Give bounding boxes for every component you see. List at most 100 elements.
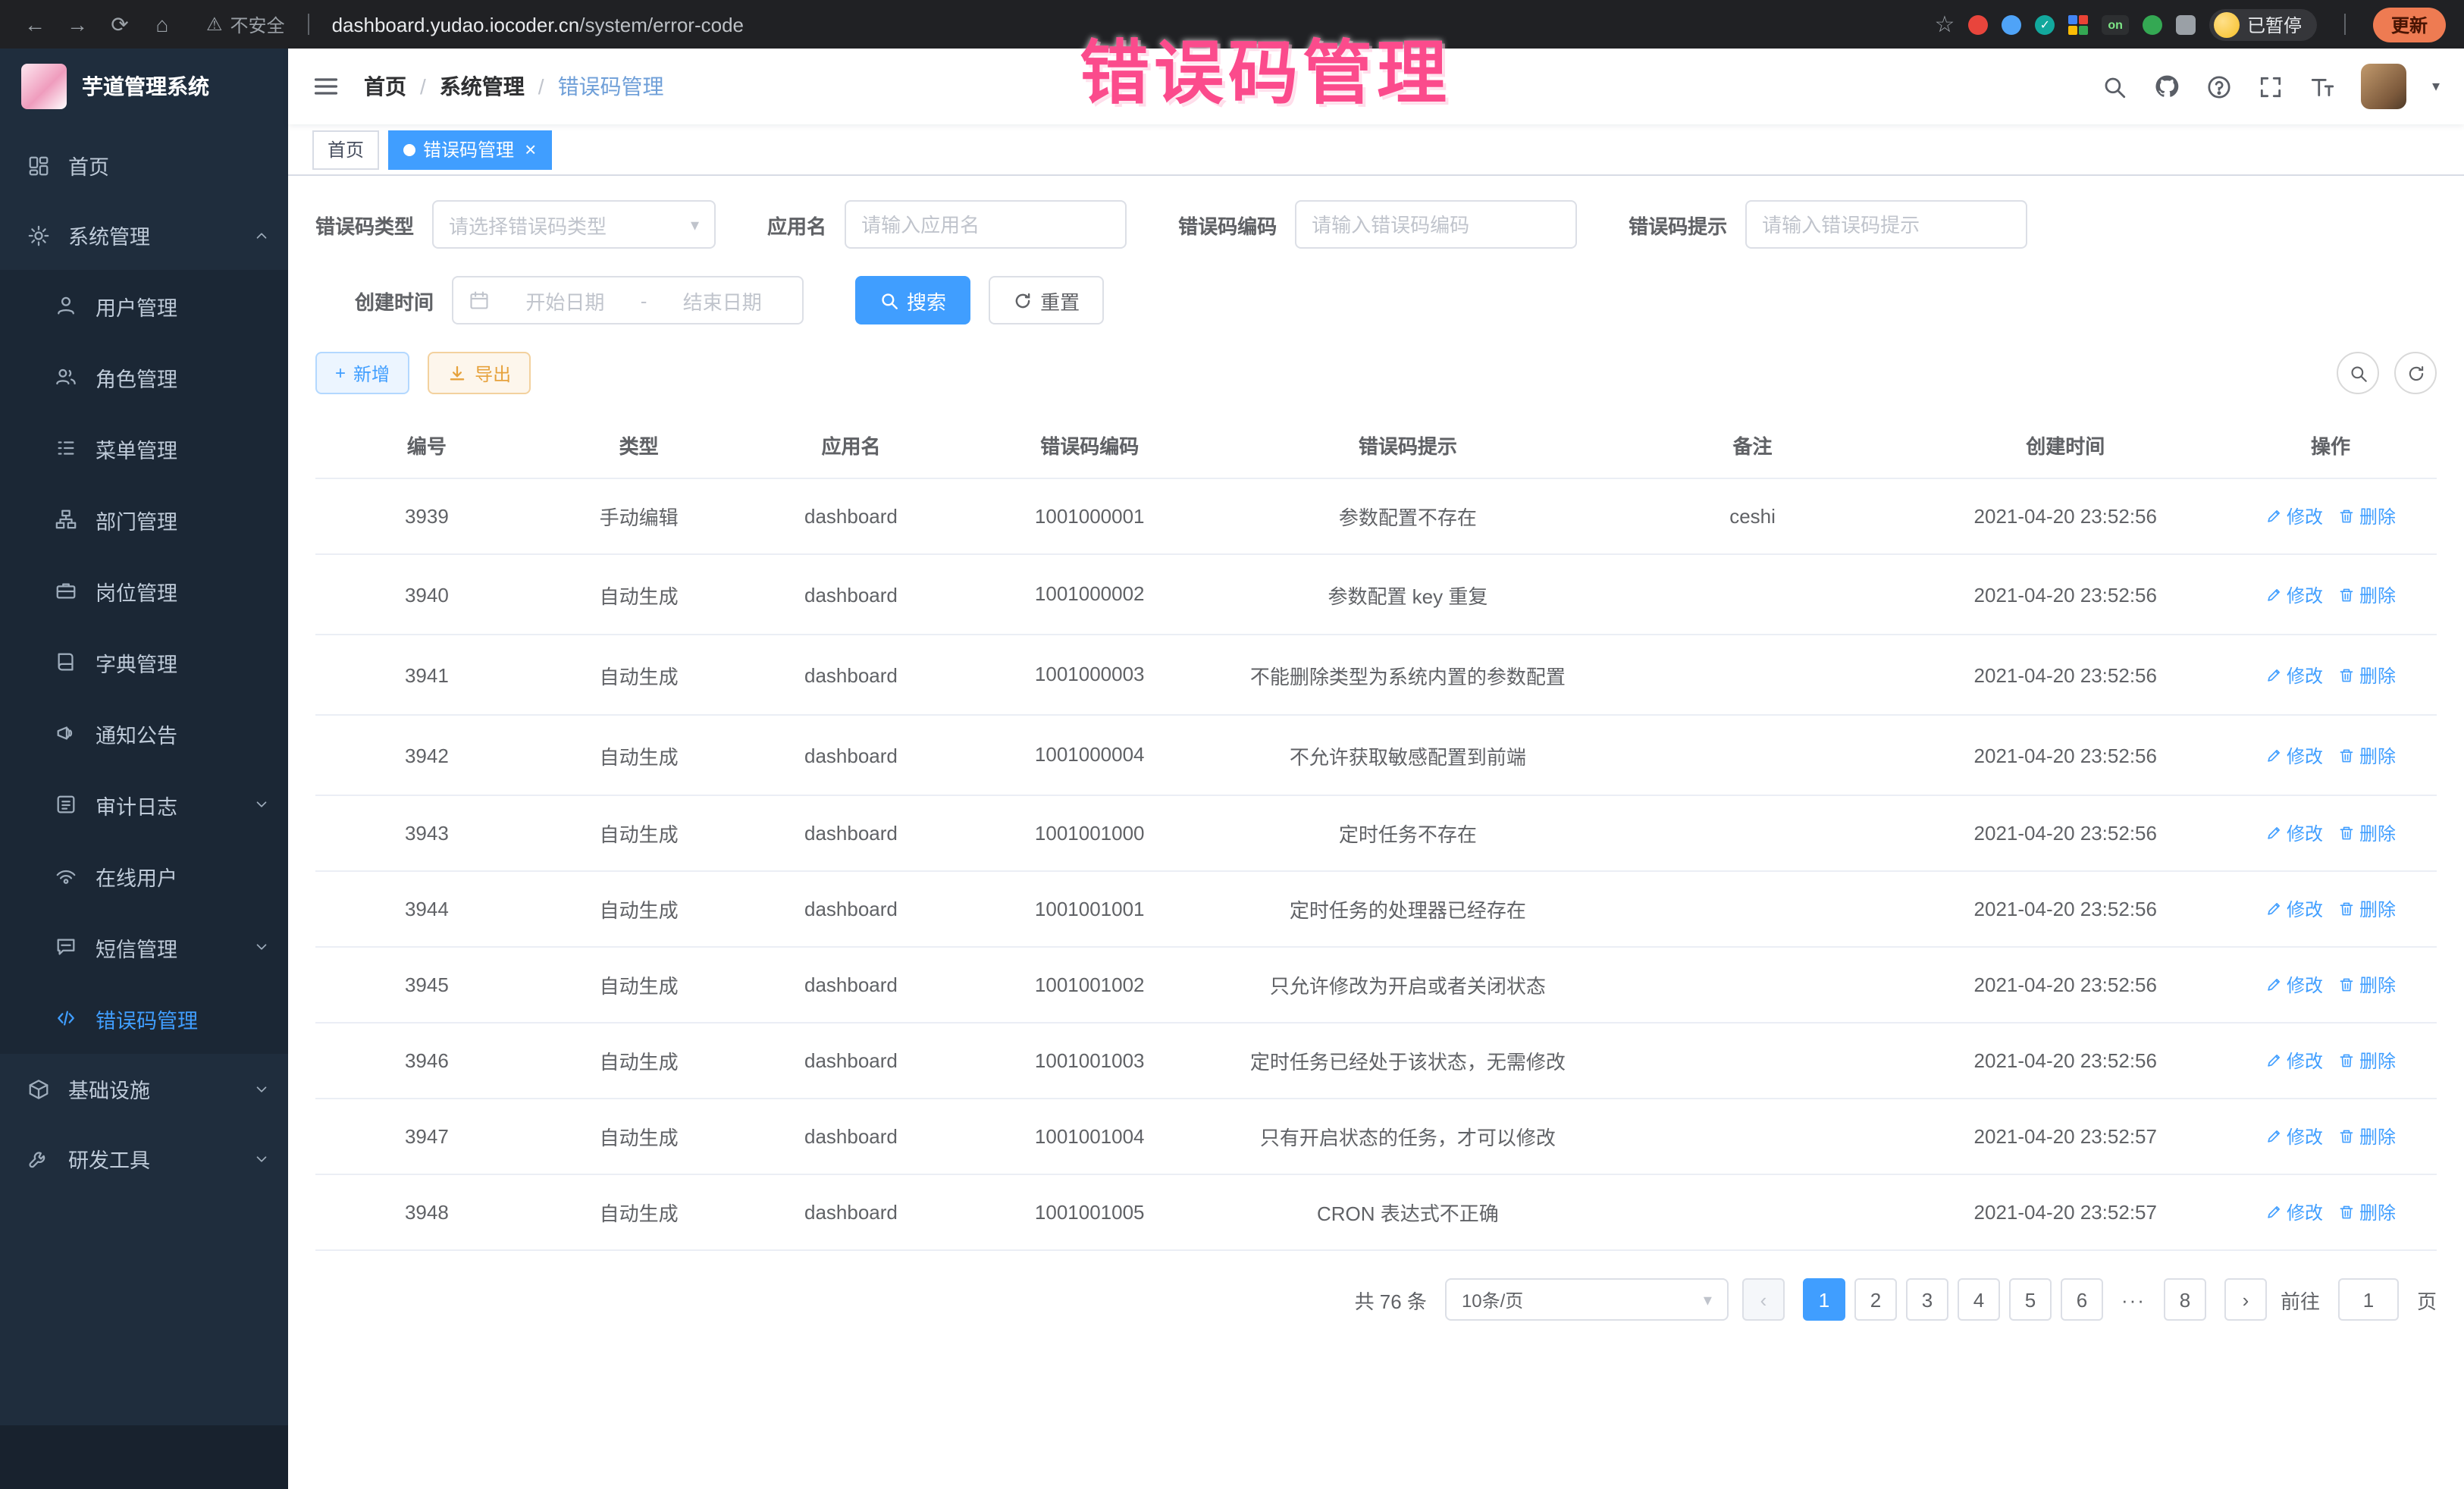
- delete-link[interactable]: 删除: [2338, 821, 2396, 847]
- home-icon[interactable]: ⌂: [146, 0, 179, 49]
- goto-page-input[interactable]: [2338, 1279, 2399, 1321]
- delete-link[interactable]: 删除: [2338, 1049, 2396, 1074]
- cell-msg: 参数配置不存在: [1217, 478, 1599, 554]
- sidebar-item-audit-log[interactable]: 审计日志: [0, 769, 288, 840]
- prev-page-button[interactable]: ‹: [1742, 1279, 1785, 1321]
- sidebar-item-menu[interactable]: 菜单管理: [0, 412, 288, 484]
- breadcrumb-home[interactable]: 首页: [364, 71, 406, 102]
- sidebar-item-dev-tools[interactable]: 研发工具: [0, 1124, 288, 1193]
- sidebar-item-post[interactable]: 岗位管理: [0, 555, 288, 626]
- security-indicator[interactable]: ⚠ 不安全: [206, 11, 285, 37]
- edit-link[interactable]: 修改: [2265, 821, 2323, 847]
- delete-link[interactable]: 删除: [2338, 1200, 2396, 1226]
- error-code-input[interactable]: [1312, 213, 1560, 236]
- help-icon[interactable]: [2206, 74, 2232, 99]
- edit-link[interactable]: 修改: [2265, 742, 2323, 768]
- cell-type: 自动生成: [538, 1023, 740, 1099]
- extension-on-badge[interactable]: on: [2102, 14, 2129, 34]
- cell-time: 2021-04-20 23:52:56: [1906, 948, 2224, 1023]
- fullscreen-icon[interactable]: [2258, 74, 2284, 99]
- font-size-icon[interactable]: [2309, 74, 2335, 99]
- page-size-select[interactable]: 10条/页 ▾: [1445, 1279, 1729, 1321]
- edit-link[interactable]: 修改: [2265, 503, 2323, 529]
- sidebar-item-infra[interactable]: 基础设施: [0, 1054, 288, 1124]
- edit-link[interactable]: 修改: [2265, 897, 2323, 923]
- logo[interactable]: 芋道管理系统: [0, 49, 288, 124]
- cell-ops: 修改删除: [2224, 715, 2437, 795]
- delete-link[interactable]: 删除: [2338, 503, 2396, 529]
- reset-button[interactable]: 重置: [989, 276, 1104, 324]
- sidebar-item-user[interactable]: 用户管理: [0, 270, 288, 341]
- chevron-down-icon: [253, 939, 270, 955]
- content: 错误码类型 请选择错误码类型 ▾ 应用名 错误码编码: [288, 176, 2464, 1489]
- page-button-3[interactable]: 3: [1906, 1279, 1948, 1321]
- add-button[interactable]: + 新增: [315, 352, 409, 394]
- cell-msg: 只有开启状态的任务，才可以修改: [1217, 1099, 1599, 1175]
- search-button[interactable]: 搜索: [855, 276, 970, 324]
- page-button-2[interactable]: 2: [1854, 1279, 1897, 1321]
- sidebar-item-sms[interactable]: 短信管理: [0, 911, 288, 983]
- page-button-4[interactable]: 4: [1958, 1279, 2000, 1321]
- browser-update-button[interactable]: 更新: [2373, 7, 2446, 42]
- sidebar-item-online-user[interactable]: 在线用户: [0, 840, 288, 911]
- close-icon[interactable]: ×: [525, 139, 536, 159]
- avatar[interactable]: [2361, 64, 2406, 109]
- profile-paused-badge[interactable]: 已暂停: [2209, 8, 2317, 40]
- extension-blue-icon[interactable]: [2002, 14, 2021, 34]
- page-button-6[interactable]: 6: [2061, 1279, 2103, 1321]
- tab-0[interactable]: 首页: [312, 130, 379, 169]
- page-button-8[interactable]: 8: [2164, 1279, 2206, 1321]
- next-page-button[interactable]: ›: [2224, 1279, 2267, 1321]
- extension-grid-icon[interactable]: [2068, 14, 2088, 34]
- reload-icon[interactable]: ⟳: [103, 0, 136, 49]
- sidebar-item-error-code[interactable]: 错误码管理: [0, 983, 288, 1054]
- delete-link[interactable]: 删除: [2338, 1124, 2396, 1150]
- delete-link[interactable]: 删除: [2338, 662, 2396, 688]
- delete-link[interactable]: 删除: [2338, 742, 2396, 768]
- sidebar-item-dept[interactable]: 部门管理: [0, 484, 288, 555]
- hamburger-icon[interactable]: [312, 73, 340, 100]
- sidebar-item-notice[interactable]: 通知公告: [0, 697, 288, 769]
- edit-icon: [2265, 1129, 2282, 1146]
- delete-link[interactable]: 删除: [2338, 897, 2396, 923]
- sidebar-item-system[interactable]: 系统管理: [0, 200, 288, 270]
- page-button-1[interactable]: 1: [1803, 1279, 1845, 1321]
- chevron-down-icon: ▾: [1704, 1290, 1712, 1310]
- export-button[interactable]: 导出: [428, 352, 531, 394]
- error-type-select[interactable]: 请选择错误码类型 ▾: [432, 200, 716, 249]
- date-range-picker[interactable]: 开始日期 - 结束日期: [452, 276, 804, 324]
- search-icon[interactable]: [2102, 74, 2127, 99]
- back-icon[interactable]: ←: [18, 0, 52, 49]
- delete-link[interactable]: 删除: [2338, 581, 2396, 607]
- extension-leaf-icon[interactable]: [2143, 14, 2162, 34]
- sidebar-item-role[interactable]: 角色管理: [0, 341, 288, 412]
- table-row: 3941自动生成dashboard1001000003不能删除类型为系统内置的参…: [315, 635, 2437, 715]
- app-name-input[interactable]: [861, 213, 1110, 236]
- edit-link[interactable]: 修改: [2265, 581, 2323, 607]
- extension-red-icon[interactable]: [1968, 14, 1988, 34]
- cell-remark: [1599, 1023, 1907, 1099]
- address-bar[interactable]: dashboard.yudao.iocoder.cn/system/error-…: [332, 13, 744, 36]
- delete-link[interactable]: 删除: [2338, 973, 2396, 998]
- show-search-button[interactable]: [2337, 352, 2379, 394]
- column-header: 编号: [315, 412, 538, 478]
- edit-link[interactable]: 修改: [2265, 1200, 2323, 1226]
- edit-icon: [2265, 826, 2282, 842]
- bookmark-star-icon[interactable]: ☆: [1934, 11, 1955, 38]
- forward-icon[interactable]: →: [61, 0, 94, 49]
- edit-link[interactable]: 修改: [2265, 662, 2323, 688]
- extensions-puzzle-icon[interactable]: [2176, 14, 2196, 34]
- page-button-5[interactable]: 5: [2009, 1279, 2052, 1321]
- github-icon[interactable]: [2153, 73, 2180, 100]
- sidebar-item-home[interactable]: 首页: [0, 130, 288, 200]
- extension-check-icon[interactable]: ✓: [2035, 14, 2055, 34]
- tab-1[interactable]: 错误码管理×: [388, 130, 551, 169]
- edit-link[interactable]: 修改: [2265, 1049, 2323, 1074]
- chevron-down-icon[interactable]: ▾: [2432, 78, 2440, 95]
- error-msg-input[interactable]: [1762, 213, 2011, 236]
- refresh-button[interactable]: [2394, 352, 2437, 394]
- sidebar-item-dict[interactable]: 字典管理: [0, 626, 288, 697]
- edit-link[interactable]: 修改: [2265, 973, 2323, 998]
- breadcrumb-system[interactable]: 系统管理: [440, 71, 525, 102]
- edit-link[interactable]: 修改: [2265, 1124, 2323, 1150]
